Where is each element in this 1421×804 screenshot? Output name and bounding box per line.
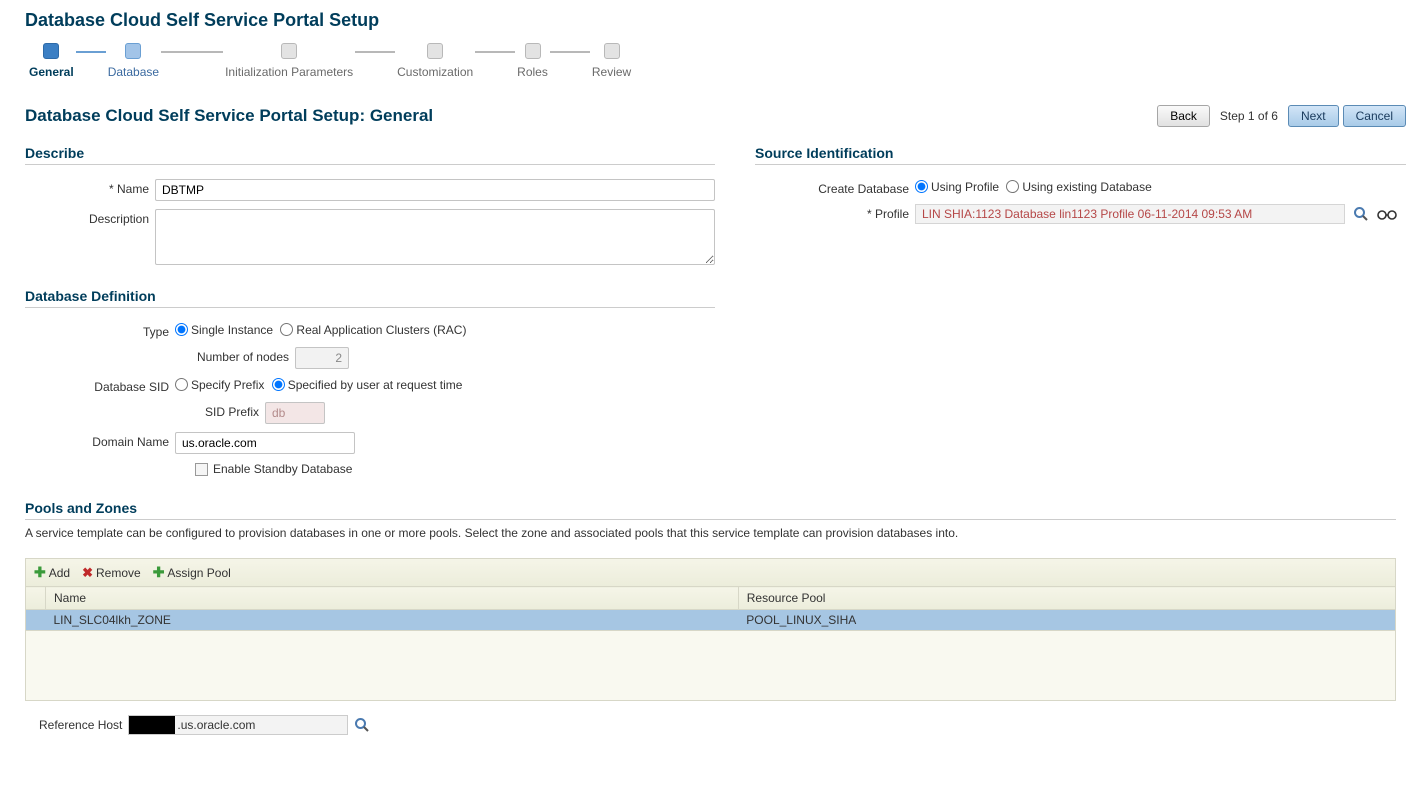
description-label: Description — [25, 209, 155, 226]
nodes-input — [295, 347, 349, 369]
wizard-box-icon — [427, 43, 443, 59]
wizard-step-review[interactable]: Review — [592, 43, 631, 79]
wizard-step-customization[interactable]: Customization — [397, 43, 473, 79]
wizard-box-icon — [125, 43, 141, 59]
cell-pool: POOL_LINUX_SIHA — [738, 610, 1395, 631]
section-definition: Database Definition — [25, 288, 715, 308]
wizard-train: General Database Initialization Paramete… — [29, 43, 1406, 93]
cell-name: LIN_SLC04lkh_ZONE — [46, 610, 739, 631]
back-button[interactable]: Back — [1157, 105, 1210, 127]
pools-description: A service template can be configured to … — [25, 526, 1406, 540]
train-connector — [550, 51, 590, 53]
wizard-step-roles[interactable]: Roles — [517, 43, 548, 79]
train-connector — [76, 51, 106, 53]
reference-host-value: .us.oracle.com — [128, 715, 348, 735]
name-input[interactable] — [155, 179, 715, 201]
wizard-box-icon — [281, 43, 297, 59]
section-source: Source Identification — [755, 145, 1406, 165]
assign-pool-button[interactable]: ✚ Assign Pool — [153, 564, 231, 581]
train-connector — [355, 51, 395, 53]
sid-label: Database SID — [25, 377, 175, 394]
train-connector — [475, 51, 515, 53]
standby-label: Enable Standby Database — [213, 462, 352, 476]
table-row[interactable]: LIN_SLC04lkh_ZONE POOL_LINUX_SIHA — [26, 610, 1396, 631]
train-connector — [161, 51, 223, 53]
add-button[interactable]: ✚ Add — [34, 564, 70, 581]
profile-label: Profile — [755, 204, 915, 221]
sid-prefix-input — [265, 402, 325, 424]
type-label: Type — [25, 322, 175, 339]
create-db-label: Create Database — [755, 179, 915, 196]
radio-single-instance[interactable]: Single Instance — [175, 323, 273, 337]
radio-using-existing-db[interactable]: Using existing Database — [1006, 180, 1151, 194]
col-resource-pool[interactable]: Resource Pool — [738, 587, 1395, 610]
search-icon[interactable] — [354, 717, 370, 733]
col-name[interactable]: Name — [46, 587, 739, 610]
pools-table: Name Resource Pool LIN_SLC04lkh_ZONE POO… — [25, 586, 1396, 631]
plus-icon: ✚ — [34, 564, 46, 581]
name-label: Name — [25, 179, 155, 196]
glasses-icon[interactable] — [1377, 207, 1397, 221]
radio-rac[interactable]: Real Application Clusters (RAC) — [280, 323, 466, 337]
section-describe: Describe — [25, 145, 715, 165]
table-empty-area — [25, 631, 1396, 701]
section-pools: Pools and Zones — [25, 500, 1396, 520]
prefix-label: SID Prefix — [25, 402, 265, 419]
wizard-step-init-params[interactable]: Initialization Parameters — [225, 43, 353, 79]
domain-input[interactable] — [175, 432, 355, 454]
cancel-button[interactable]: Cancel — [1343, 105, 1406, 127]
standby-checkbox[interactable] — [195, 463, 208, 476]
radio-specify-prefix[interactable]: Specify Prefix — [175, 378, 264, 392]
reference-host-label: Reference Host — [39, 718, 122, 732]
nodes-label: Number of nodes — [25, 347, 295, 364]
x-icon: ✖ — [82, 565, 93, 581]
pools-toolbar: ✚ Add ✖ Remove ✚ Assign Pool — [25, 558, 1396, 586]
plus-icon: ✚ — [153, 564, 165, 581]
search-icon[interactable] — [1353, 206, 1369, 222]
wizard-box-icon — [43, 43, 59, 59]
remove-button[interactable]: ✖ Remove — [82, 565, 141, 581]
redacted-icon — [129, 716, 175, 734]
wizard-step-general[interactable]: General — [29, 43, 74, 79]
radio-using-profile[interactable]: Using Profile — [915, 180, 999, 194]
step-indicator: Step 1 of 6 — [1220, 109, 1278, 123]
radio-user-request[interactable]: Specified by user at request time — [272, 378, 463, 392]
wizard-box-icon — [604, 43, 620, 59]
domain-label: Domain Name — [25, 432, 175, 449]
content-title: Database Cloud Self Service Portal Setup… — [25, 106, 433, 126]
description-input[interactable] — [155, 209, 715, 265]
next-button[interactable]: Next — [1288, 105, 1339, 127]
wizard-step-database[interactable]: Database — [108, 43, 159, 79]
wizard-box-icon — [525, 43, 541, 59]
page-title: Database Cloud Self Service Portal Setup — [25, 10, 1406, 31]
nav-buttons: Back Step 1 of 6 Next Cancel — [1157, 105, 1406, 127]
profile-value: LIN SHIA:1123 Database lin1123 Profile 0… — [915, 204, 1345, 224]
col-blank — [26, 587, 46, 610]
